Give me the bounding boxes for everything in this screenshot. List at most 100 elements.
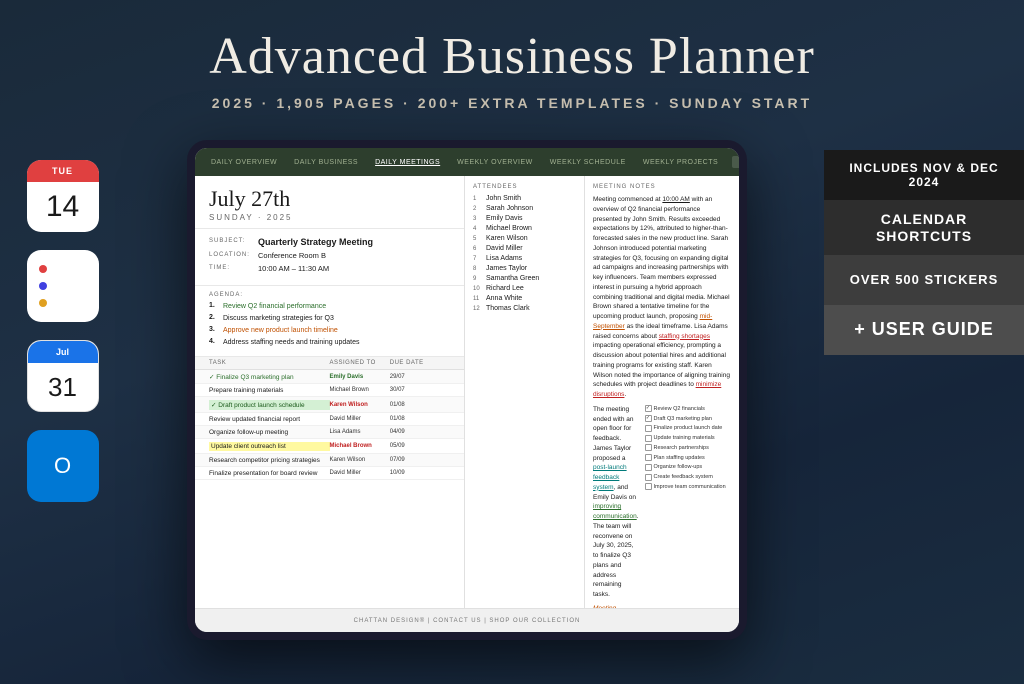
agenda-item-4: 4. Address staffing needs and training u… [209,338,450,347]
reminders-app-icon[interactable] [27,250,99,322]
right-badges: INCLUDES NOV & DEC 2024 CALENDAR SHORTCU… [824,130,1024,684]
notes-label: MEETING NOTES [593,184,731,190]
content-area: TUE 14 Jul 31 O [0,130,1024,684]
list-item: 5 Karen Wilson [473,235,576,242]
attendees-list: 1 John Smith 2 Sarah Johnson 3 Emily Dav… [473,195,576,312]
list-item: 6 David Miller [473,245,576,252]
tasks-header: TASK ASSIGNED TO DUE DATE [195,357,464,370]
meeting-info: SUBJECT: Quarterly Strategy Meeting LOCA… [195,229,464,286]
list-item: Plan staffing updates [645,454,733,462]
location-row: LOCATION: Conference Room B [209,251,450,260]
gcal-month: Jul [56,347,69,357]
agenda-section: AGENDA: 1. Review Q2 financial performan… [195,286,464,357]
time-row: TIME: 10:00 AM – 11:30 AM [209,264,450,273]
time-label: TIME: [209,265,254,271]
agenda-item-2: 2. Discuss marketing strategies for Q3 [209,314,450,323]
table-row: Research competitor pricing strategies K… [195,454,464,467]
tasks-section: TASK ASSIGNED TO DUE DATE ✓ Finalize Q3 … [195,357,464,608]
task-col-task: TASK [209,360,330,366]
notes-content: Meeting commenced at 10:00 AM with an ov… [593,195,731,608]
list-item: 11 Anna White [473,295,576,302]
tablet: DAILY OVERVIEW DAILY BUSINESS DAILY MEET… [187,140,747,640]
outlook-letter: O [54,453,71,479]
calendar-day: TUE [27,160,99,182]
tablet-screen: DAILY OVERVIEW DAILY BUSINESS DAILY MEET… [195,148,739,632]
agenda-label: AGENDA: [209,292,450,298]
table-row: Finalize presentation for board review D… [195,467,464,480]
tablet-left-panel: July 27th SUNDAY · 2025 SUBJECT: Quarter… [195,176,465,608]
location-value: Conference Room B [258,251,450,260]
nav-icon-1[interactable] [732,156,739,168]
list-item: 1 John Smith [473,195,576,202]
nav-tab-weekly-schedule[interactable]: WEEKLY SCHEDULE [544,157,632,168]
table-row: Update client outreach list Michael Brow… [195,439,464,454]
badge-nov-dec[interactable]: INCLUDES NOV & DEC 2024 [824,150,1024,200]
tablet-area: DAILY OVERVIEW DAILY BUSINESS DAILY MEET… [110,130,824,684]
meeting-date-sub: SUNDAY · 2025 [209,213,450,222]
task-col-assigned: ASSIGNED TO [330,360,390,366]
badge-calendar-shortcuts[interactable]: CALENDAR SHORTCUTS [824,200,1024,255]
list-item: Research partnerships [645,444,733,452]
list-item: 12 Thomas Clark [473,305,576,312]
meeting-date: July 27th [209,186,450,212]
reminder-dot-red [39,265,47,273]
table-row: ✓ Finalize Q3 marketing plan Emily Davis… [195,370,464,384]
nav-icons [732,155,739,169]
agenda-item-1: 1. Review Q2 financial performance [209,302,450,311]
table-row: Prepare training materials Michael Brown… [195,384,464,397]
task-rows-container: ✓ Finalize Q3 marketing plan Emily Davis… [195,370,464,480]
subject-label: SUBJECT: [209,238,254,244]
gcal-date: 31 [48,372,77,403]
tablet-attendees-panel: ATTENDEES 1 John Smith 2 Sarah Johnson 3… [465,176,585,608]
agenda-item-3: 3. Approve new product launch timeline [209,326,450,335]
list-item: 2 Sarah Johnson [473,205,576,212]
table-row: ✓ Draft product launch schedule Karen Wi… [195,397,464,413]
list-item: Organize follow-ups [645,463,733,471]
list-item: ✓Review Q2 financials [645,405,733,413]
list-item: Create feedback system [645,473,733,481]
list-item: 8 James Taylor [473,265,576,272]
list-item: 4 Michael Brown [473,225,576,232]
subject-row: SUBJECT: Quarterly Strategy Meeting [209,237,450,247]
nav-tab-weekly-overview[interactable]: WEEKLY OVERVIEW [451,157,539,168]
checklist-area: ✓Review Q2 financials ✓Draft Q3 marketing… [645,405,733,608]
calendar-app-icon[interactable]: TUE 14 [27,160,99,232]
list-item: 7 Lisa Adams [473,255,576,262]
list-item: 10 Richard Lee [473,285,576,292]
nav-tab-weekly-projects[interactable]: WEEKLY PROJECTS [637,157,724,168]
date-header: July 27th SUNDAY · 2025 [195,176,464,229]
header: Advanced Business Planner 2025 · 1,905 P… [0,0,1024,111]
task-col-due: DUE DATE [390,360,450,366]
time-value: 10:00 AM – 11:30 AM [258,264,450,273]
google-calendar-app-icon[interactable]: Jul 31 [27,340,99,412]
subtitle: 2025 · 1,905 PAGES · 200+ EXTRA TEMPLATE… [0,95,1024,111]
outlook-app-icon[interactable]: O [27,430,99,502]
list-item: Update training materials [645,434,733,442]
calendar-date: 14 [46,192,79,222]
nav-tabs: DAILY OVERVIEW DAILY BUSINESS DAILY MEET… [205,157,724,168]
reminder-dot-blue [39,282,47,290]
list-item: 9 Samantha Green [473,275,576,282]
list-item: ✓Draft Q3 marketing plan [645,415,733,423]
tablet-notes-panel: MEETING NOTES Meeting commenced at 10:00… [585,176,739,608]
reminder-dot-yellow [39,299,47,307]
table-row: Review updated financial report David Mi… [195,413,464,426]
nav-tab-daily-overview[interactable]: DAILY OVERVIEW [205,157,283,168]
table-row: Organize follow-up meeting Lisa Adams 04… [195,426,464,439]
nav-bar: DAILY OVERVIEW DAILY BUSINESS DAILY MEET… [195,148,739,176]
nav-tab-daily-meetings[interactable]: DAILY MEETINGS [369,157,446,168]
subject-value: Quarterly Strategy Meeting [258,237,450,247]
tablet-bottom-bar: CHATTAN DESIGN® | CONTACT US | SHOP OUR … [195,608,739,632]
location-label: LOCATION: [209,252,254,258]
list-item: Improve team communication [645,483,733,491]
badge-stickers[interactable]: OVER 500 STICKERS [824,255,1024,305]
main-title: Advanced Business Planner [0,28,1024,85]
list-item: 3 Emily Davis [473,215,576,222]
tablet-main: July 27th SUNDAY · 2025 SUBJECT: Quarter… [195,176,739,608]
left-icons: TUE 14 Jul 31 O [0,130,110,684]
attendees-label: ATTENDEES [473,184,576,190]
badge-user-guide[interactable]: + USER GUIDE [824,305,1024,355]
nav-tab-daily-business[interactable]: DAILY BUSINESS [288,157,364,168]
footer-text: CHATTAN DESIGN® | CONTACT US | SHOP OUR … [354,618,581,624]
list-item: Finalize product launch date [645,424,733,432]
